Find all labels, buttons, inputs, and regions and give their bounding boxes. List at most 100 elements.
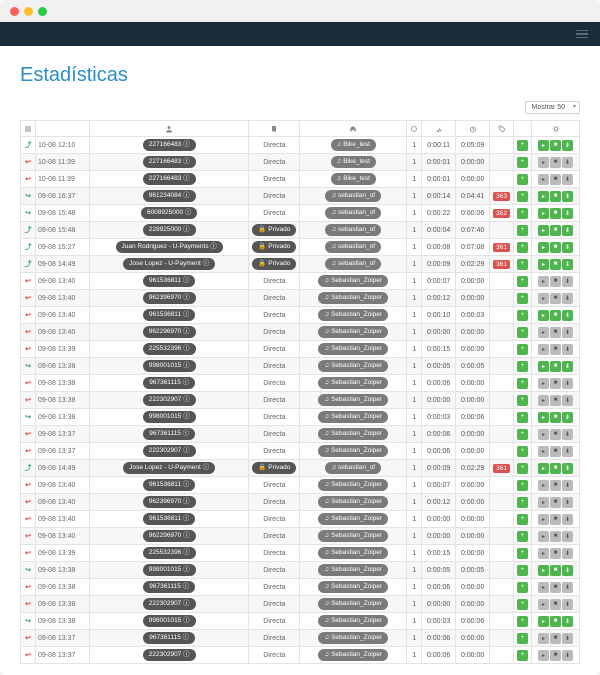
col-timestamp[interactable] bbox=[36, 121, 90, 137]
caller-pill[interactable]: 228925000 ⓘ bbox=[143, 224, 196, 236]
caller-pill[interactable]: 227166483 ⓘ bbox=[143, 156, 196, 168]
play-button[interactable]: ▸ bbox=[538, 650, 549, 661]
play-button[interactable]: ▸ bbox=[538, 344, 549, 355]
download-button[interactable]: ⬇ bbox=[562, 497, 573, 508]
caller-pill[interactable]: 227166483 ⓘ bbox=[143, 139, 196, 151]
stop-button[interactable]: ■ bbox=[550, 344, 561, 355]
add-button[interactable]: + bbox=[517, 191, 528, 202]
col-direction[interactable] bbox=[21, 121, 36, 137]
stop-button[interactable]: ■ bbox=[550, 565, 561, 576]
stop-button[interactable]: ■ bbox=[550, 208, 561, 219]
play-button[interactable]: ▸ bbox=[538, 446, 549, 457]
caller-pill[interactable]: Jose Lopez - U-Payment ⓘ bbox=[123, 258, 215, 270]
download-button[interactable]: ⬇ bbox=[562, 310, 573, 321]
download-button[interactable]: ⬇ bbox=[562, 429, 573, 440]
stop-button[interactable]: ■ bbox=[550, 582, 561, 593]
stop-button[interactable]: ■ bbox=[550, 633, 561, 644]
stop-button[interactable]: ■ bbox=[550, 463, 561, 474]
add-button[interactable]: + bbox=[517, 259, 528, 270]
play-button[interactable]: ▸ bbox=[538, 378, 549, 389]
add-button[interactable]: + bbox=[517, 361, 528, 372]
col-tag[interactable] bbox=[490, 121, 514, 137]
download-button[interactable]: ⬇ bbox=[562, 480, 573, 491]
add-button[interactable]: + bbox=[517, 429, 528, 440]
download-button[interactable]: ⬇ bbox=[562, 191, 573, 202]
stop-button[interactable]: ■ bbox=[550, 395, 561, 406]
download-button[interactable]: ⬇ bbox=[562, 463, 573, 474]
caller-pill[interactable]: 227166483 ⓘ bbox=[143, 173, 196, 185]
stop-button[interactable]: ■ bbox=[550, 599, 561, 610]
play-button[interactable]: ▸ bbox=[538, 361, 549, 372]
download-button[interactable]: ⬇ bbox=[562, 276, 573, 287]
play-button[interactable]: ▸ bbox=[538, 582, 549, 593]
add-button[interactable]: + bbox=[517, 140, 528, 151]
caller-pill[interactable]: 962396970 ⓘ bbox=[143, 292, 196, 304]
download-button[interactable]: ⬇ bbox=[562, 344, 573, 355]
stop-button[interactable]: ■ bbox=[550, 480, 561, 491]
play-button[interactable]: ▸ bbox=[538, 395, 549, 406]
download-button[interactable]: ⬇ bbox=[562, 599, 573, 610]
stop-button[interactable]: ■ bbox=[550, 174, 561, 185]
caller-pill[interactable]: 967361115 ⓘ bbox=[143, 632, 195, 644]
download-button[interactable]: ⬇ bbox=[562, 633, 573, 644]
play-button[interactable]: ▸ bbox=[538, 633, 549, 644]
download-button[interactable]: ⬇ bbox=[562, 531, 573, 542]
download-button[interactable]: ⬇ bbox=[562, 412, 573, 423]
caller-pill[interactable]: 967361115 ⓘ bbox=[143, 377, 195, 389]
add-button[interactable]: + bbox=[517, 378, 528, 389]
download-button[interactable]: ⬇ bbox=[562, 327, 573, 338]
play-button[interactable]: ▸ bbox=[538, 157, 549, 168]
stop-button[interactable]: ■ bbox=[550, 225, 561, 236]
stop-button[interactable]: ■ bbox=[550, 191, 561, 202]
play-button[interactable]: ▸ bbox=[538, 599, 549, 610]
play-button[interactable]: ▸ bbox=[538, 616, 549, 627]
play-button[interactable]: ▸ bbox=[538, 310, 549, 321]
caller-pill[interactable]: Jose Lopez - U-Payment ⓘ bbox=[123, 462, 215, 474]
col-actions[interactable] bbox=[532, 121, 580, 137]
col-destination[interactable] bbox=[300, 121, 407, 137]
caller-pill[interactable]: 961234084 ⓘ bbox=[143, 190, 196, 202]
caller-pill[interactable]: 961536811 ⓘ bbox=[143, 479, 195, 491]
stop-button[interactable]: ■ bbox=[550, 446, 561, 457]
play-button[interactable]: ▸ bbox=[538, 174, 549, 185]
add-button[interactable]: + bbox=[517, 157, 528, 168]
add-button[interactable]: + bbox=[517, 174, 528, 185]
download-button[interactable]: ⬇ bbox=[562, 259, 573, 270]
download-button[interactable]: ⬇ bbox=[562, 157, 573, 168]
play-button[interactable]: ▸ bbox=[538, 412, 549, 423]
col-caller[interactable] bbox=[90, 121, 249, 137]
play-button[interactable]: ▸ bbox=[538, 514, 549, 525]
caller-pill[interactable]: 222302907 ⓘ bbox=[143, 649, 196, 661]
play-button[interactable]: ▸ bbox=[538, 497, 549, 508]
stop-button[interactable]: ■ bbox=[550, 429, 561, 440]
stop-button[interactable]: ■ bbox=[550, 242, 561, 253]
caller-pill[interactable]: 6008925000 ⓘ bbox=[141, 207, 197, 219]
download-button[interactable]: ⬇ bbox=[562, 582, 573, 593]
stop-button[interactable]: ■ bbox=[550, 293, 561, 304]
play-button[interactable]: ▸ bbox=[538, 208, 549, 219]
stop-button[interactable]: ■ bbox=[550, 531, 561, 542]
download-button[interactable]: ⬇ bbox=[562, 378, 573, 389]
download-button[interactable]: ⬇ bbox=[562, 140, 573, 151]
caller-pill[interactable]: Juan Rodriguez - U-Payments ⓘ bbox=[116, 241, 223, 253]
caller-pill[interactable]: 962396970 ⓘ bbox=[143, 496, 196, 508]
play-button[interactable]: ▸ bbox=[538, 259, 549, 270]
play-button[interactable]: ▸ bbox=[538, 293, 549, 304]
add-button[interactable]: + bbox=[517, 497, 528, 508]
caller-pill[interactable]: 967361115 ⓘ bbox=[143, 428, 195, 440]
add-button[interactable]: + bbox=[517, 531, 528, 542]
col-duration1[interactable] bbox=[422, 121, 456, 137]
caller-pill[interactable]: 222302907 ⓘ bbox=[143, 394, 196, 406]
caller-pill[interactable]: 998001015 ⓘ bbox=[143, 615, 196, 627]
download-button[interactable]: ⬇ bbox=[562, 446, 573, 457]
stop-button[interactable]: ■ bbox=[550, 259, 561, 270]
add-button[interactable]: + bbox=[517, 514, 528, 525]
download-button[interactable]: ⬇ bbox=[562, 548, 573, 559]
stop-button[interactable]: ■ bbox=[550, 361, 561, 372]
download-button[interactable]: ⬇ bbox=[562, 514, 573, 525]
download-button[interactable]: ⬇ bbox=[562, 208, 573, 219]
add-button[interactable]: + bbox=[517, 463, 528, 474]
add-button[interactable]: + bbox=[517, 395, 528, 406]
col-count[interactable] bbox=[407, 121, 422, 137]
stop-button[interactable]: ■ bbox=[550, 497, 561, 508]
